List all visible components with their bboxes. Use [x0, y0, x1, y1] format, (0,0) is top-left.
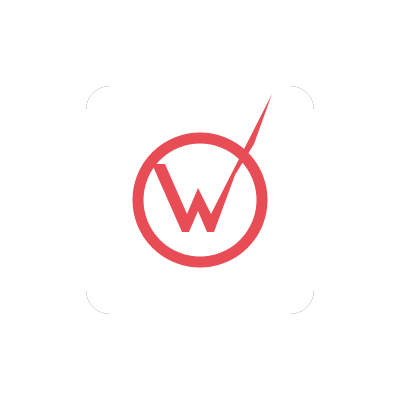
icon-canvas	[0, 0, 400, 400]
checkmark-w-logo-icon	[86, 86, 314, 314]
app-icon[interactable]	[86, 86, 314, 314]
